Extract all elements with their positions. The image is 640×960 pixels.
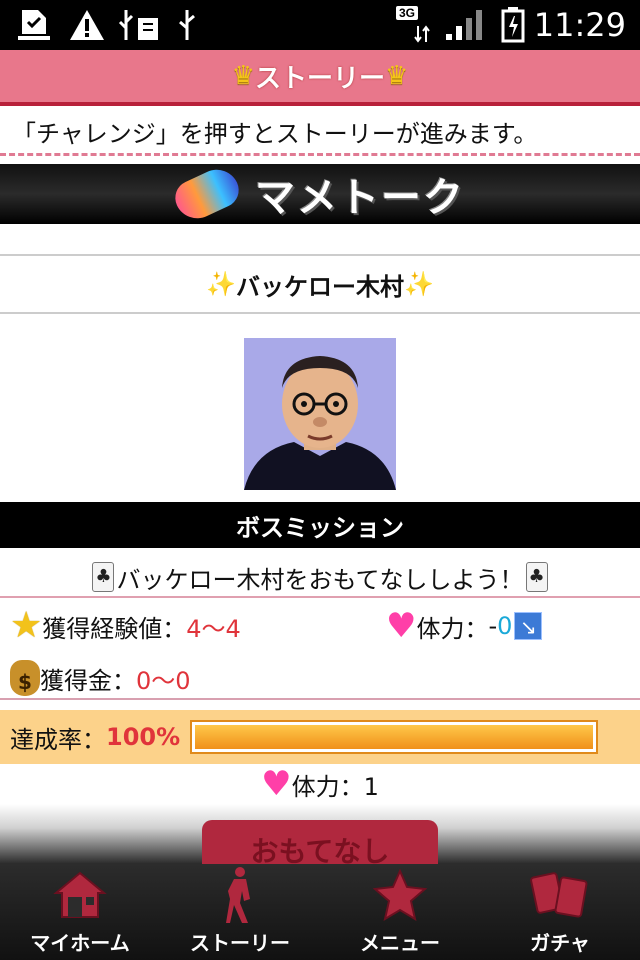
walking-person-icon [220, 865, 260, 925]
stamina-stat: ♥ 体力： - 0 ↘ [386, 604, 543, 648]
stamina-cost-label: 体力：1 [291, 772, 379, 801]
boss-name: バッケロー木村 [236, 272, 404, 301]
stamina-cost: ♥ 体力：1 [0, 764, 640, 804]
page-title: ストーリー [254, 63, 385, 94]
home-icon [52, 865, 108, 925]
mission-description: ♣ バッケロー木村をおもてなししよう！ ♣ [0, 558, 640, 598]
signal-icon [444, 8, 484, 42]
stamina-prefix: - [488, 612, 498, 640]
usb-debug-icon [116, 8, 162, 42]
tab-label: ガチャ [530, 931, 590, 955]
battery-icon [500, 7, 526, 43]
boss-name-heading: ✨ バッケロー木村 ✨ [0, 254, 640, 314]
spade-card-icon: ♣ [525, 562, 548, 592]
exp-label: 獲得経験値： [42, 614, 187, 643]
tab-label: メニュー [360, 931, 440, 955]
mission-label: ボスミッション [0, 502, 640, 548]
exp-value: 4〜4 [186, 614, 241, 643]
tab-story[interactable]: ストーリー [160, 864, 320, 960]
gold-value: 0〜0 [136, 666, 191, 695]
stamina-label: 体力： [416, 614, 489, 643]
tab-my-home[interactable]: マイホーム [0, 864, 160, 960]
exp-stat: ★ 獲得経験値： 4〜4 [10, 604, 241, 648]
clock: 11:29 [533, 6, 626, 44]
network-type-label: 3G [396, 6, 419, 20]
status-bar: 3G 11:29 [0, 0, 640, 50]
gold-label: 獲得金： [40, 666, 136, 695]
star-icon: ★ [10, 605, 43, 646]
gold-stat: $ 獲得金： 0〜0 [10, 656, 191, 700]
download-done-icon [16, 8, 52, 42]
tab-gacha[interactable]: ガチャ [480, 864, 640, 960]
logo-icon [169, 162, 245, 226]
section-title-bar: ♛ ストーリー ♛ [0, 50, 640, 106]
achievement-progress-bar [190, 720, 598, 754]
usb-icon [176, 8, 198, 42]
heart-icon: ♥ [386, 606, 417, 646]
stamina-value: 0 [497, 612, 513, 640]
cards-icon [530, 865, 590, 925]
spade-card-icon: ♣ [92, 562, 115, 592]
arrow-down-right-icon: ↘ [514, 612, 543, 640]
achievement-value: 100% [106, 723, 181, 751]
crown-icon: ♛ [231, 61, 255, 91]
star-icon [373, 865, 427, 925]
app-banner[interactable]: マメトーク [0, 162, 640, 226]
instruction-text: 「チャレンジ」を押すとストーリーが進みます。 [0, 110, 640, 156]
achievement-progress-fill [195, 725, 593, 749]
sparkle-icon: ✨ [404, 270, 434, 298]
sparkle-icon: ✨ [206, 270, 236, 298]
tab-label: ストーリー [190, 931, 290, 955]
money-bag-icon: $ [10, 660, 40, 696]
boss-avatar [244, 338, 396, 490]
heart-icon: ♥ [261, 764, 292, 804]
tab-menu[interactable]: メニュー [320, 864, 480, 960]
bottom-tab-bar: マイホーム ストーリー メニュー ガチャ [0, 864, 640, 960]
achievement-rate: 達成率： 100% [0, 710, 640, 764]
banner-title: マメトーク [255, 175, 465, 221]
tab-label: マイホーム [30, 931, 130, 955]
data-arrows-icon [414, 24, 430, 44]
mission-stats: ★ 獲得経験値： 4〜4 ♥ 体力： - 0 ↘ $ 獲得金： 0〜0 [0, 600, 640, 700]
mission-description-text: バッケロー木村をおもてなししよう！ [116, 565, 524, 594]
crown-icon: ♛ [385, 61, 409, 91]
achievement-label: 達成率： [10, 725, 106, 754]
warning-icon [68, 8, 106, 42]
